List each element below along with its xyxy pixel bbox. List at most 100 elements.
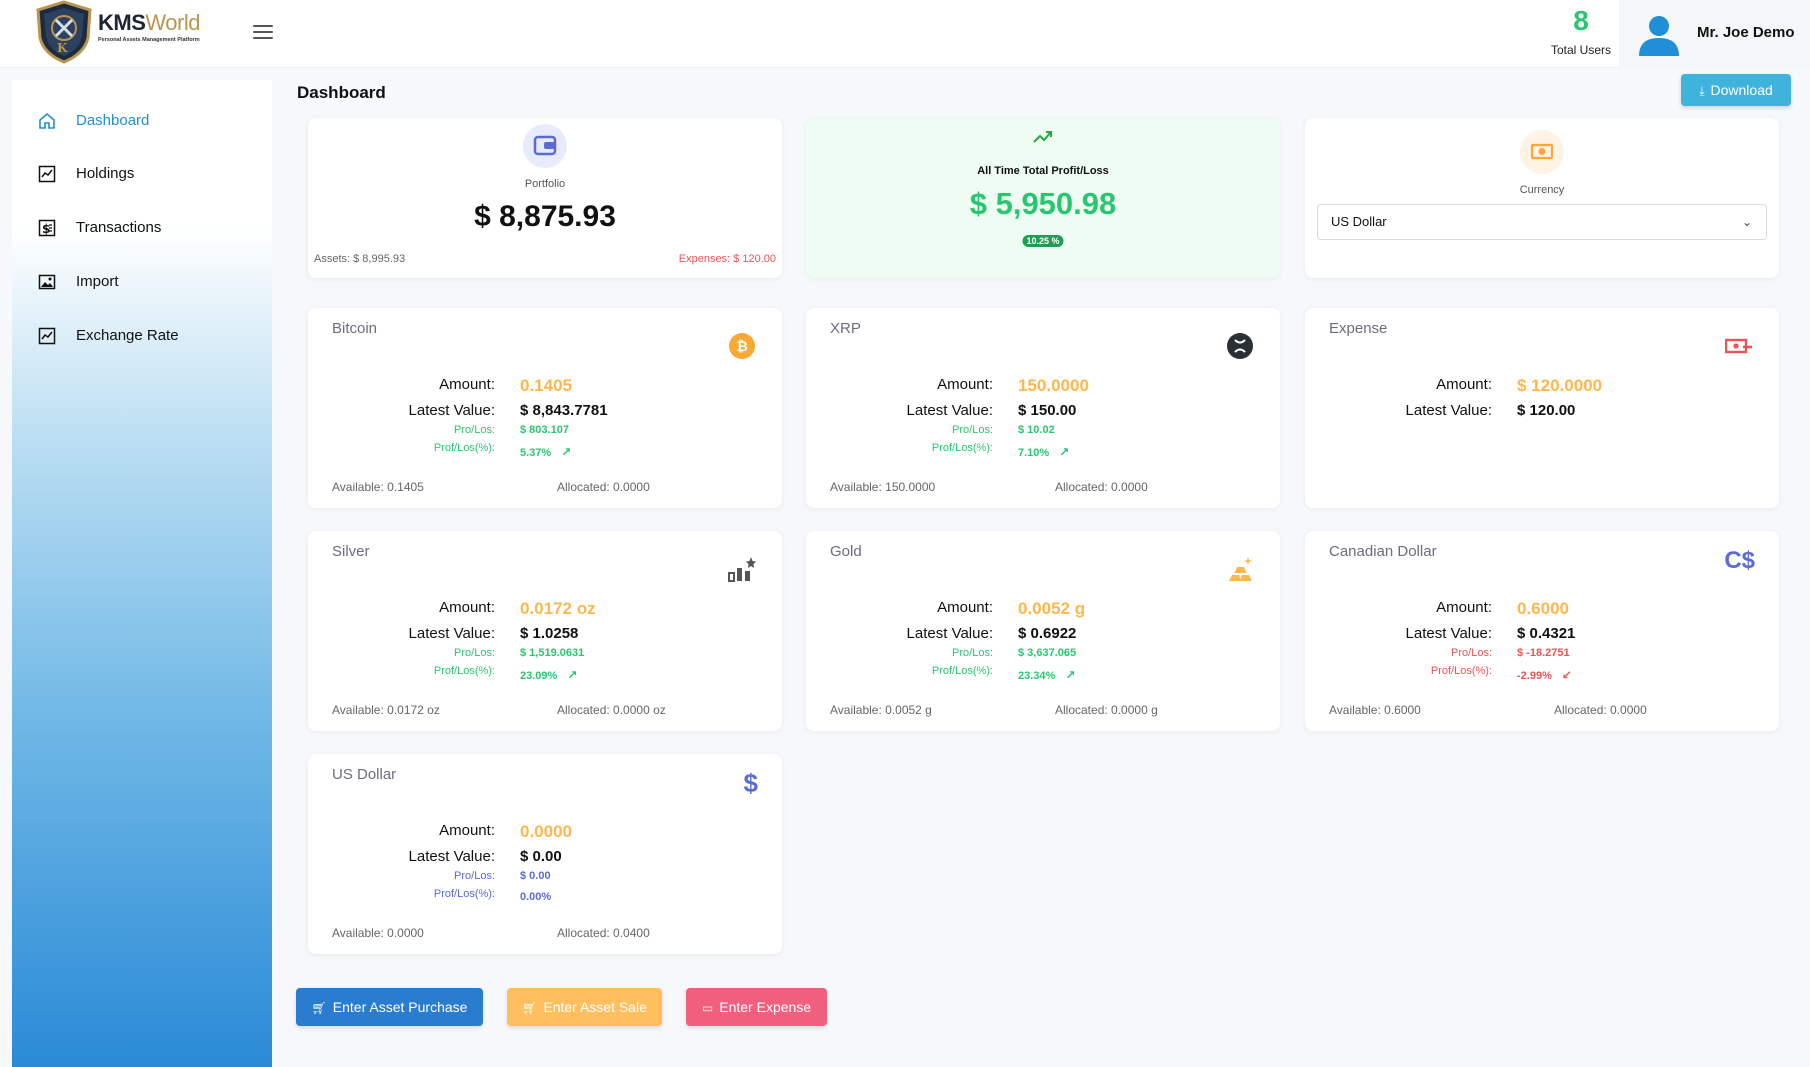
receipt-dollar-icon: $ [38,219,56,237]
download-button[interactable]: ⤓ Download [1681,74,1791,106]
sidebar-item-label: Exchange Rate [76,327,179,344]
dollar-icon: $ [743,768,758,798]
latest-value: $ 0.4321 [1517,625,1576,642]
home-icon [39,112,55,129]
sidebar-item-label: Dashboard [76,112,150,129]
amount-value: 0.6000 [1517,599,1569,618]
wallet-icon [523,124,567,168]
profit-loss-label: Pro/Los: [952,647,993,659]
asset-card-expense[interactable]: Expense Amount: $ 120.0000 Latest Value:… [1305,308,1779,508]
arrow-up-right-icon: ↗ [1065,668,1076,682]
profit-loss-label: Pro/Los: [952,424,993,436]
sidebar: Dashboard Holdings $ Transactions Import… [12,80,272,1067]
amount-label: Amount: [937,599,993,616]
user-avatar-icon [1639,16,1679,56]
enter-asset-purchase-button[interactable]: 🛒︎ Enter Asset Purchase [296,988,483,1026]
brand-tagline: Personal Assets Management Platform [98,37,200,43]
profit-loss-pct-label: Prof/Los(%): [931,665,993,677]
brand: KMSWorld Personal Assets Management Plat… [98,10,200,43]
arrow-up-right-icon: ↗ [1059,445,1070,459]
amount-label: Amount: [439,599,495,616]
profit-loss-badge: 10.25 % [1022,235,1064,247]
currency-select[interactable]: US Dollar ⌄ [1317,204,1767,240]
latest-value: $ 0.6922 [1018,625,1077,642]
profit-loss-label: Pro/Los: [1451,647,1492,659]
brand-name: KMSWorld [98,10,200,35]
enter-asset-sale-button[interactable]: 🛒︎ Enter Asset Sale [507,988,662,1026]
profit-loss-label: Pro/Los: [454,870,495,882]
profit-loss-pct: 5.37% ↗ [520,445,572,459]
profit-loss-pct: 23.09% ↗ [520,668,578,682]
amount-value: 0.0052 g [1018,599,1086,618]
page-title: Dashboard [297,83,386,102]
svg-text:K: K [57,41,68,55]
asset-card-silver[interactable]: Silver Amount: 0.0172 oz Latest Value: $… [308,531,782,731]
available-text: Available: 0.1405 [332,480,424,494]
asset-card-us-dollar[interactable]: US Dollar $ Amount: 0.0000 Latest Value:… [308,754,782,954]
latest-value-label: Latest Value: [1405,402,1492,419]
cad-icon: C$ [1724,547,1755,574]
asset-title: XRP [830,320,861,337]
latest-value-label: Latest Value: [1405,625,1492,642]
menu-toggle-icon[interactable] [253,25,273,41]
money-bill-icon [1725,338,1752,354]
asset-title: US Dollar [332,766,397,783]
asset-title: Bitcoin [332,320,378,337]
profit-loss-label: Pro/Los: [454,424,495,436]
allocated-text: Allocated: 0.0000 [1055,480,1148,494]
latest-value: $ 120.00 [1517,402,1576,419]
latest-value: $ 0.00 [520,848,562,865]
amount-value: 0.1405 [520,376,572,395]
profit-loss-value: $ 5,950.98 [969,186,1117,221]
sidebar-item-exchange-rate[interactable]: Exchange Rate [12,313,272,359]
expense-label: Enter Expense [719,999,812,1015]
chart-icon [38,327,56,345]
asset-card-canadian-dollar[interactable]: Canadian Dollar C$ Amount: 0.6000 Latest… [1305,531,1779,731]
sidebar-item-dashboard[interactable]: Dashboard [12,98,272,144]
amount-label: Amount: [439,822,495,839]
portfolio-assets: Assets: $ 8,995.93 [314,253,406,265]
download-icon: ⤓ [1699,83,1705,98]
asset-card-gold[interactable]: Gold Amount: 0.0052 g Latest Value: $ 0.… [806,531,1280,731]
sidebar-item-transactions[interactable]: $ Transactions [12,205,272,251]
profit-loss-value: $ 0.00 [520,870,551,882]
latest-value-label: Latest Value: [408,402,495,419]
user-menu[interactable]: Mr. Joe Demo [1619,0,1810,68]
profit-loss-label: Pro/Los: [454,647,495,659]
latest-value: $ 8,843.7781 [520,402,608,419]
xrp-icon [1227,333,1253,359]
svg-text:$: $ [42,222,50,236]
download-label: Download [1710,81,1773,98]
kmsworld-logo[interactable]: K [34,0,94,64]
gold-bars-icon [1229,557,1252,581]
profit-loss-pct-label: Prof/Los(%): [433,442,495,454]
profit-loss-pct-label: Prof/Los(%): [1430,665,1492,677]
profit-loss-value: $ 1,519.0631 [520,647,585,659]
total-users-label: Total Users [1550,43,1612,57]
portfolio-expenses: Expenses: $ 120.00 [678,253,776,265]
available-text: Available: 150.0000 [830,480,936,494]
total-users-widget: 8 Total Users [1540,0,1622,68]
profit-loss-pct-label: Prof/Los(%): [931,442,993,454]
currency-label: Currency [1519,184,1565,196]
chevron-down-icon: ⌄ [1741,215,1752,229]
profit-loss-value: $ 803.107 [520,424,569,436]
allocated-text: Allocated: 0.0000 g [1055,703,1158,717]
profit-loss-pct: -2.99% ↙ [1517,668,1572,682]
amount-label: Amount: [937,376,993,393]
latest-value-label: Latest Value: [906,625,993,642]
asset-title: Canadian Dollar [1329,543,1437,560]
enter-expense-button[interactable]: ▭ Enter Expense [686,988,827,1026]
available-text: Available: 0.0000 [332,926,424,940]
sidebar-item-holdings[interactable]: Holdings [12,151,272,197]
sidebar-item-import[interactable]: Import [12,259,272,305]
currency-card: Currency US Dollar ⌄ [1305,118,1779,278]
total-users-count: 8 [1573,5,1589,36]
sidebar-item-label: Holdings [76,165,135,182]
asset-card-xrp[interactable]: XRP Amount: 150.0000 Latest Value: $ 150… [806,308,1280,508]
profit-loss-value: $ 10.02 [1018,424,1055,436]
allocated-text: Allocated: 0.0000 oz [557,703,666,717]
profit-loss-pct: 7.10% ↗ [1018,445,1070,459]
asset-card-bitcoin[interactable]: Bitcoin ₿ Amount: 0.1405 Latest Value: $… [308,308,782,508]
latest-value: $ 150.00 [1018,402,1077,419]
